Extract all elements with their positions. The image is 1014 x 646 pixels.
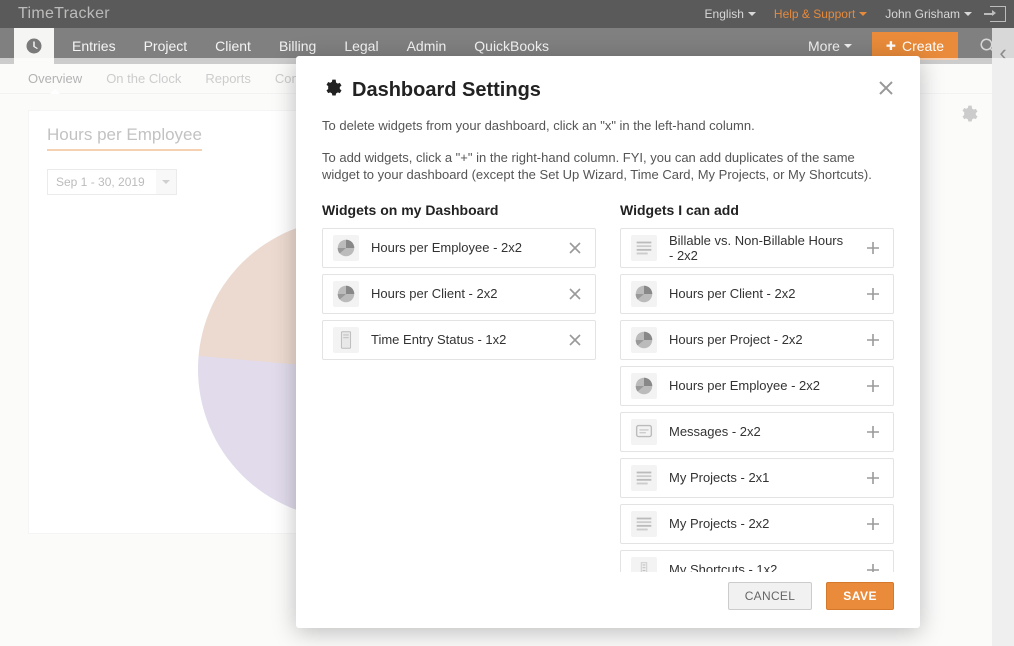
nav-more-label: More <box>808 38 840 54</box>
widget-row[interactable]: Messages - 2x2 <box>620 412 894 452</box>
add-widget-button[interactable] <box>863 238 883 258</box>
clock-icon <box>25 37 43 55</box>
nav-quickbooks[interactable]: QuickBooks <box>474 38 549 54</box>
pie-icon <box>631 373 657 399</box>
close-icon <box>878 80 894 96</box>
topbar-right: English Help & Support John Grisham <box>705 6 1006 22</box>
modal-columns: Widgets on my Dashboard Hours per Employ… <box>322 202 894 572</box>
pie-icon <box>333 235 359 261</box>
modal-title: Dashboard Settings <box>352 79 541 102</box>
widget-label: Messages - 2x2 <box>669 424 851 439</box>
help-label: Help & Support <box>774 7 855 21</box>
widget-row[interactable]: Hours per Client - 2x2 <box>322 274 596 314</box>
plus-icon: ✚ <box>886 39 896 53</box>
widget-label: My Projects - 2x1 <box>669 470 851 485</box>
close-button[interactable] <box>878 80 894 101</box>
widget-row[interactable]: My Projects - 2x2 <box>620 504 894 544</box>
widget-row[interactable]: Hours per Project - 2x2 <box>620 320 894 360</box>
add-widget-button[interactable] <box>863 376 883 396</box>
nav-entries[interactable]: Entries <box>72 38 116 54</box>
chevron-down-icon <box>748 12 756 16</box>
nav-admin[interactable]: Admin <box>407 38 447 54</box>
col-heading: Widgets I can add <box>620 202 894 218</box>
chevron-down-icon <box>964 12 972 16</box>
modal-header: Dashboard Settings <box>322 78 894 103</box>
add-widget-button[interactable] <box>863 468 883 488</box>
widget-label: Hours per Employee - 2x2 <box>371 240 553 255</box>
widget-label: Billable vs. Non-Billable Hours - 2x2 <box>669 233 851 263</box>
nav-project[interactable]: Project <box>144 38 188 54</box>
modal-footer: CANCEL SAVE <box>322 582 894 610</box>
widget-label: Hours per Project - 2x2 <box>669 332 851 347</box>
doc-icon <box>333 327 359 353</box>
modal-help-text-1: To delete widgets from your dashboard, c… <box>322 117 894 135</box>
widget-row[interactable]: My Projects - 2x1 <box>620 458 894 498</box>
widget-row[interactable]: My Shortcuts - 1x2 <box>620 550 894 572</box>
widget-row[interactable]: Time Entry Status - 1x2 <box>322 320 596 360</box>
widget-label: Hours per Employee - 2x2 <box>669 378 851 393</box>
lines-icon <box>631 511 657 537</box>
available-widgets-list: Billable vs. Non-Billable Hours - 2x2 Hou… <box>620 228 894 572</box>
nav-billing[interactable]: Billing <box>279 38 316 54</box>
language-label: English <box>705 7 744 21</box>
widget-row[interactable]: Hours per Employee - 2x2 <box>322 228 596 268</box>
add-widget-button[interactable] <box>863 560 883 572</box>
widget-label: Hours per Client - 2x2 <box>371 286 553 301</box>
pie-icon <box>631 327 657 353</box>
user-name: John Grisham <box>885 7 960 21</box>
gear-icon <box>322 78 342 103</box>
create-label: Create <box>902 38 944 54</box>
chevron-down-icon <box>844 44 852 48</box>
add-widget-button[interactable] <box>863 422 883 442</box>
pie-icon <box>333 281 359 307</box>
msg-icon <box>631 419 657 445</box>
logo-text-main: TimeTrack <box>18 5 95 22</box>
save-button[interactable]: SAVE <box>826 582 894 610</box>
logo-text-accent: er <box>95 5 110 22</box>
col-current-widgets: Widgets on my Dashboard Hours per Employ… <box>322 202 596 572</box>
widget-label: My Projects - 2x2 <box>669 516 851 531</box>
col-heading: Widgets on my Dashboard <box>322 202 596 218</box>
nav-more-button[interactable]: More <box>800 38 860 54</box>
widget-row[interactable]: Billable vs. Non-Billable Hours - 2x2 <box>620 228 894 268</box>
user-menu[interactable]: John Grisham <box>885 7 972 21</box>
help-support-link[interactable]: Help & Support <box>774 7 867 21</box>
chevron-down-icon <box>859 12 867 16</box>
cancel-button[interactable]: CANCEL <box>728 582 812 610</box>
remove-widget-button[interactable] <box>565 238 585 258</box>
modal-help-text-2: To add widgets, click a "+" in the right… <box>322 149 894 184</box>
remove-widget-button[interactable] <box>565 284 585 304</box>
add-widget-button[interactable] <box>863 330 883 350</box>
widget-label: My Shortcuts - 1x2 <box>669 562 851 572</box>
remove-widget-button[interactable] <box>565 330 585 350</box>
language-select[interactable]: English <box>705 7 756 21</box>
short-icon <box>631 557 657 572</box>
nav-legal[interactable]: Legal <box>344 38 378 54</box>
current-widgets-list: Hours per Employee - 2x2 Hours per Client… <box>322 228 596 572</box>
add-widget-button[interactable] <box>863 284 883 304</box>
logout-icon[interactable] <box>990 6 1006 22</box>
nav-items: Entries Project Client Billing Legal Adm… <box>72 38 549 54</box>
topbar: TimeTracker English Help & Support John … <box>0 0 1014 28</box>
widget-row[interactable]: Hours per Employee - 2x2 <box>620 366 894 406</box>
lines-icon <box>631 235 657 261</box>
dashboard-settings-modal: Dashboard Settings To delete widgets fro… <box>296 56 920 628</box>
nav-client[interactable]: Client <box>215 38 251 54</box>
lines-icon <box>631 465 657 491</box>
widget-row[interactable]: Hours per Client - 2x2 <box>620 274 894 314</box>
widget-label: Time Entry Status - 1x2 <box>371 332 553 347</box>
col-available-widgets: Widgets I can add Billable vs. Non-Billa… <box>620 202 894 572</box>
pie-icon <box>631 281 657 307</box>
app-logo: TimeTracker <box>18 5 110 23</box>
add-widget-button[interactable] <box>863 514 883 534</box>
widget-label: Hours per Client - 2x2 <box>669 286 851 301</box>
